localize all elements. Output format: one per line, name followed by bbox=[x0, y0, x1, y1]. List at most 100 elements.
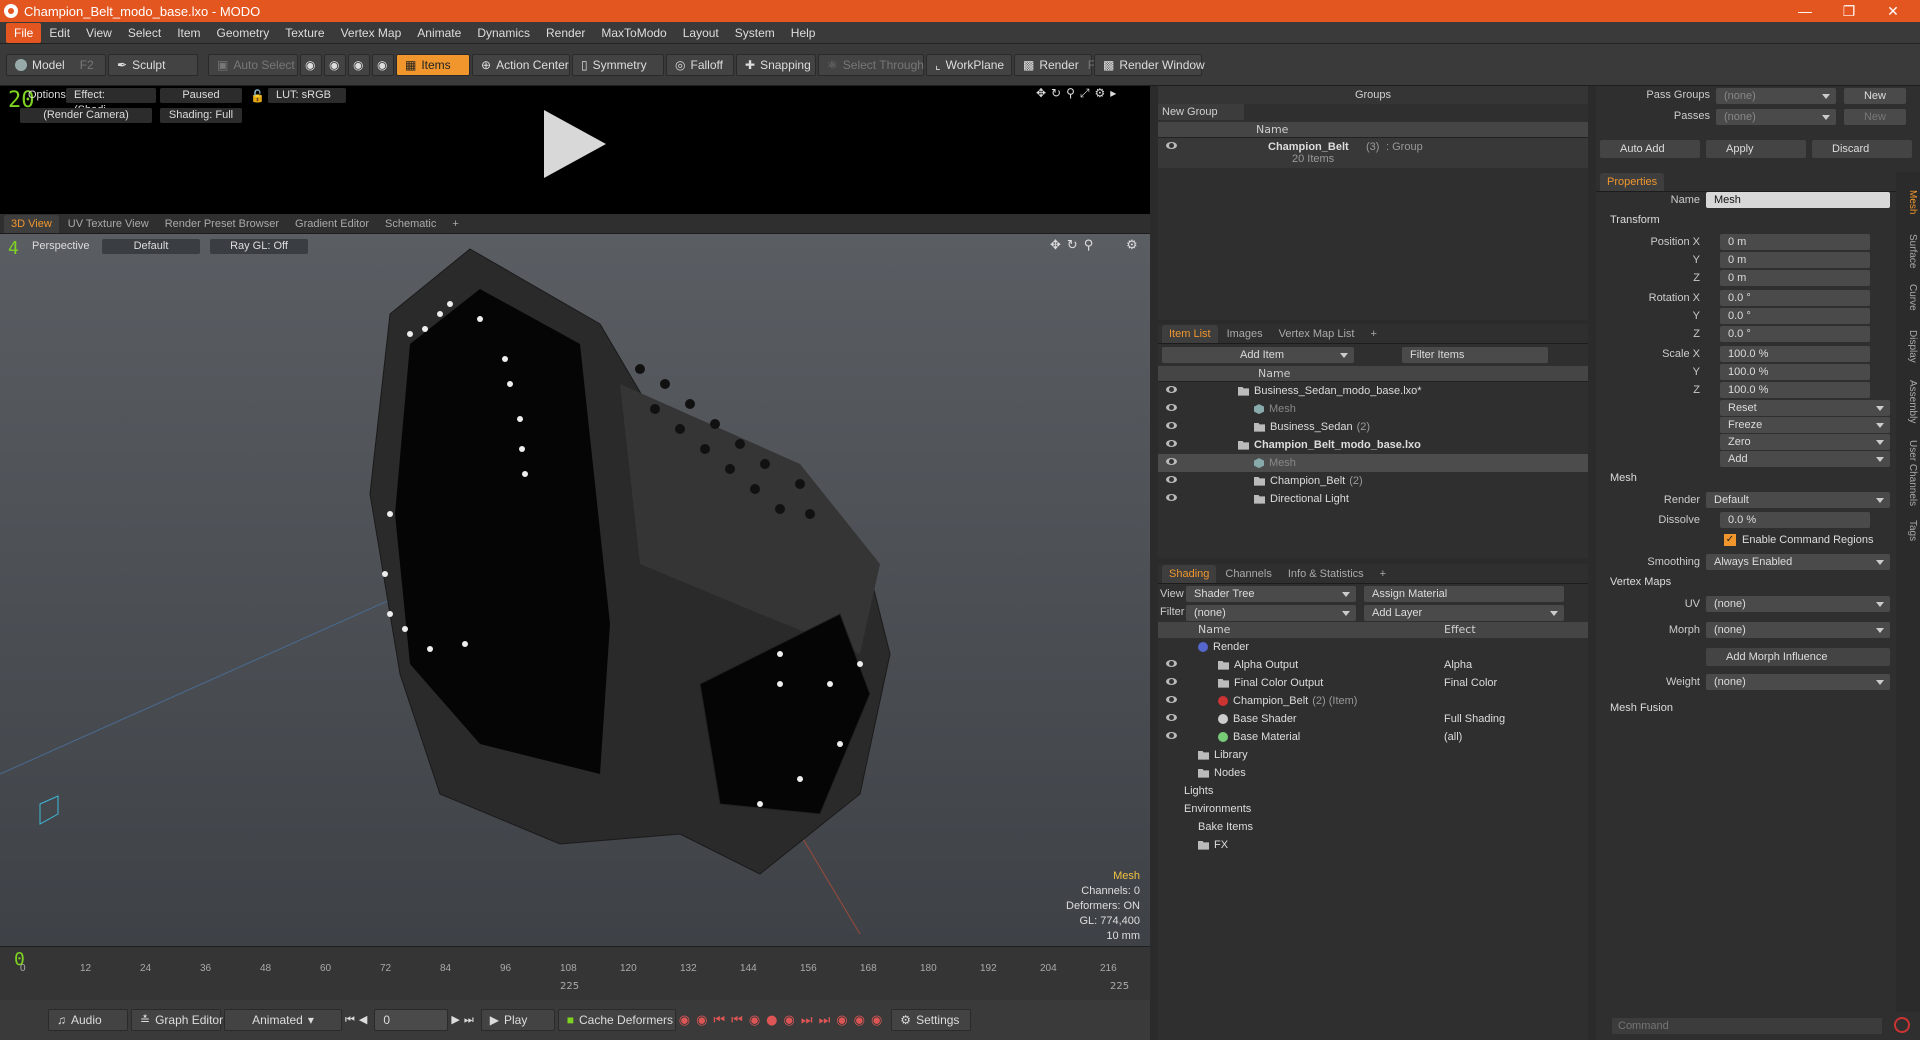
mesh-fusion-section[interactable]: Mesh Fusion bbox=[1610, 702, 1673, 714]
visibility-eye-icon[interactable] bbox=[1166, 678, 1177, 685]
add-dropdown[interactable]: Add bbox=[1720, 451, 1890, 467]
add-layer-dropdown[interactable]: Add Layer bbox=[1364, 605, 1564, 621]
shading-tab--[interactable]: + bbox=[1373, 565, 1393, 583]
scale-x-input[interactable]: 100.0 % bbox=[1720, 346, 1870, 362]
assign-material-input[interactable]: Assign Material bbox=[1364, 586, 1564, 602]
forward-buttons[interactable]: ▶⏭ bbox=[451, 1013, 477, 1027]
discard-button[interactable]: Discard bbox=[1812, 140, 1912, 158]
dissolve-input[interactable]: 0.0 % bbox=[1720, 512, 1870, 528]
menu-file[interactable]: File bbox=[6, 22, 42, 43]
add-item-dropdown[interactable]: Add Item bbox=[1162, 347, 1354, 363]
view-dropdown[interactable]: Shader Tree bbox=[1186, 586, 1356, 602]
shader-tree-row[interactable]: Base Material (all) bbox=[1158, 728, 1588, 746]
visibility-eye-icon[interactable] bbox=[1166, 660, 1177, 667]
cache-deformers-button[interactable]: ■ Cache Deformers bbox=[557, 1009, 676, 1031]
vtab-user-channels[interactable]: User Channels bbox=[1900, 440, 1918, 506]
menu-vertex-map[interactable]: Vertex Map bbox=[333, 23, 410, 43]
shader-tree-row[interactable]: Alpha Output Alpha bbox=[1158, 656, 1588, 674]
menu-system[interactable]: System bbox=[727, 23, 783, 43]
weight-dropdown[interactable]: (none) bbox=[1706, 674, 1890, 690]
shading-tab-info-statistics[interactable]: Info & Statistics bbox=[1281, 565, 1371, 583]
audio-button[interactable]: ♫ Audio bbox=[48, 1009, 128, 1031]
lut-dropdown[interactable]: LUT: sRGB bbox=[268, 88, 346, 103]
shader-tree-row[interactable]: Bake Items bbox=[1158, 818, 1588, 836]
new-pass-group-button[interactable]: New bbox=[1844, 88, 1906, 104]
play-icon[interactable] bbox=[540, 110, 610, 178]
shader-tree-row[interactable]: Library bbox=[1158, 746, 1588, 764]
graph-editor-button[interactable]: ≛ Graph Editor bbox=[131, 1009, 223, 1031]
name-input[interactable]: Mesh bbox=[1706, 192, 1890, 208]
shader-row-effect[interactable]: Alpha bbox=[1444, 656, 1472, 674]
visibility-eye-icon[interactable] bbox=[1166, 714, 1177, 721]
new-pass-button[interactable]: New bbox=[1844, 109, 1906, 125]
visibility-eye-icon[interactable] bbox=[1166, 440, 1177, 447]
apply-button[interactable]: Apply bbox=[1706, 140, 1806, 158]
vertices-mode-button[interactable]: ◉ bbox=[300, 53, 322, 76]
polygons-mode-button[interactable]: ◉ bbox=[348, 53, 370, 76]
shading-tab-channels[interactable]: Channels bbox=[1218, 565, 1278, 583]
menu-layout[interactable]: Layout bbox=[675, 23, 727, 43]
minimize-button[interactable]: — bbox=[1786, 0, 1824, 22]
visibility-eye-icon[interactable] bbox=[1166, 732, 1177, 739]
group-row[interactable]: Champion_Belt (3) : Group 20 Items bbox=[1158, 138, 1588, 168]
3d-viewport[interactable]: 4 Perspective Default Ray GL: Off ✥↻⚲ ⚙ … bbox=[0, 234, 1150, 946]
render-button[interactable]: ▩RenderF9 bbox=[1014, 53, 1102, 76]
item-list-row[interactable]: Directional Light bbox=[1158, 490, 1588, 508]
command-input[interactable] bbox=[1612, 1018, 1882, 1034]
shader-row-effect[interactable]: (all) bbox=[1444, 728, 1462, 746]
animated-dropdown[interactable]: Animated ▾ bbox=[224, 1009, 342, 1031]
item-list-row[interactable]: Champion_Belt_modo_base.lxo bbox=[1158, 436, 1588, 454]
item-tab-images[interactable]: Images bbox=[1220, 325, 1270, 343]
rotation-x-input[interactable]: 0.0 ° bbox=[1720, 290, 1870, 306]
menu-dynamics[interactable]: Dynamics bbox=[469, 23, 538, 43]
shading-tab-shading[interactable]: Shading bbox=[1162, 564, 1217, 583]
tab-render-preset-browser[interactable]: Render Preset Browser bbox=[158, 215, 286, 233]
vertex-maps-section[interactable]: Vertex Maps bbox=[1610, 576, 1671, 588]
zero-dropdown[interactable]: Zero bbox=[1720, 434, 1890, 450]
shader-tree-row[interactable]: Lights bbox=[1158, 782, 1588, 800]
auto-add-button[interactable]: Auto Add bbox=[1600, 140, 1700, 158]
tab-schematic[interactable]: Schematic bbox=[378, 215, 443, 233]
menu-render[interactable]: Render bbox=[538, 23, 593, 43]
menu-item[interactable]: Item bbox=[169, 23, 208, 43]
vtab-assembly[interactable]: Assembly bbox=[1900, 380, 1918, 423]
vtab-display[interactable]: Display bbox=[1900, 330, 1918, 363]
shader-row-effect[interactable]: Final Color bbox=[1444, 674, 1497, 692]
command-regions-checkbox[interactable]: ✓ bbox=[1724, 534, 1736, 546]
shader-tree-row[interactable]: Champion_Belt (2) (Item) bbox=[1158, 692, 1588, 710]
item-list-row[interactable]: Mesh bbox=[1158, 400, 1588, 418]
group-visibility-eye-icon[interactable] bbox=[1166, 142, 1177, 149]
render-camera-dropdown[interactable]: (Render Camera) bbox=[20, 108, 152, 123]
lock-icon[interactable]: 🔓 bbox=[250, 89, 265, 103]
menu-select[interactable]: Select bbox=[120, 23, 169, 43]
vtab-curve[interactable]: Curve bbox=[1900, 284, 1918, 311]
rotation-y-input[interactable]: 0.0 ° bbox=[1720, 308, 1870, 324]
shading-dropdown[interactable]: Shading: Full bbox=[160, 108, 242, 123]
settings-button[interactable]: ⚙ Settings bbox=[891, 1009, 972, 1031]
filter-items-input[interactable]: Filter Items bbox=[1402, 347, 1548, 363]
mesh-section[interactable]: Mesh bbox=[1610, 472, 1637, 484]
tab-gradient-editor[interactable]: Gradient Editor bbox=[288, 215, 376, 233]
key-tools-icons[interactable]: ◉◉⏮⏮◉●◉⏭⏭◉◉◉ bbox=[679, 1013, 889, 1028]
shader-row-effect[interactable]: Full Shading bbox=[1444, 710, 1505, 728]
position-y-input[interactable]: 0 m bbox=[1720, 252, 1870, 268]
position-x-input[interactable]: 0 m bbox=[1720, 234, 1870, 250]
item-tab-item-list[interactable]: Item List bbox=[1162, 324, 1218, 343]
groups-name-header[interactable]: Name bbox=[1158, 122, 1588, 138]
tab--[interactable]: + bbox=[445, 215, 465, 233]
symmetry-button[interactable]: ▯ Symmetry bbox=[572, 53, 664, 76]
preview-paused-button[interactable]: Paused bbox=[160, 88, 242, 103]
close-button[interactable]: ✕ bbox=[1874, 0, 1912, 22]
visibility-eye-icon[interactable] bbox=[1166, 422, 1177, 429]
shader-tree-row[interactable]: Render bbox=[1158, 638, 1588, 656]
falloff-button[interactable]: ◎ Falloff bbox=[666, 53, 734, 76]
action-center-button[interactable]: ⊕ Action Center bbox=[472, 53, 570, 76]
preview-nav-icons[interactable]: ✥↻⚲⤢⚙▸ bbox=[1036, 86, 1121, 101]
freeze-dropdown[interactable]: Freeze bbox=[1720, 417, 1890, 433]
workplane-button[interactable]: ⌞ WorkPlane bbox=[926, 53, 1012, 76]
vtab-mesh[interactable]: Mesh bbox=[1900, 190, 1918, 214]
menu-geometry[interactable]: Geometry bbox=[209, 23, 278, 43]
auto-select-button[interactable]: ▣ Auto Select bbox=[208, 53, 298, 76]
timeline[interactable]: 0 225 225 0 12 24 36 48 60 72 84 96 108 120 132 144 1… bbox=[0, 946, 1150, 1000]
render-dropdown[interactable]: Default bbox=[1706, 492, 1890, 508]
